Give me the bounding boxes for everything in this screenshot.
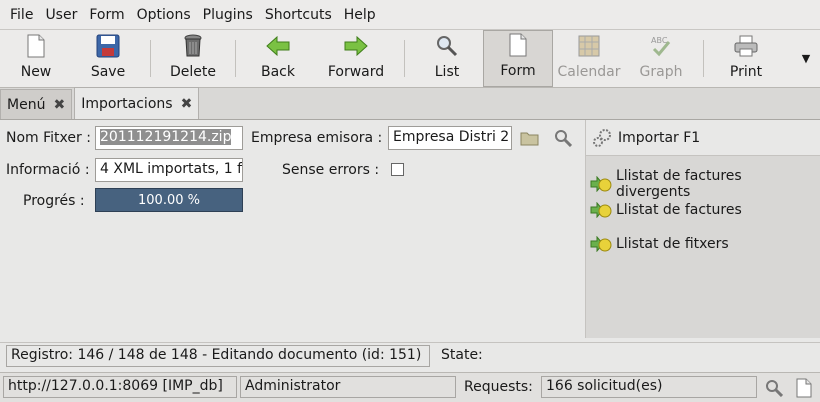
tab-importacions[interactable]: Importacions ✖ <box>74 87 200 119</box>
empresa-emisora-value: Empresa Distri 2 <box>393 129 510 145</box>
informacio-field[interactable]: 4 XML importats, 1 fa <box>95 158 243 182</box>
trash-icon <box>179 32 207 60</box>
close-icon[interactable]: ✖ <box>181 96 193 112</box>
report-arrow-icon <box>590 202 612 218</box>
importar-f1-label: Importar F1 <box>618 129 701 146</box>
back-button[interactable]: Back <box>242 30 314 87</box>
delete-button[interactable]: Delete <box>157 30 229 87</box>
informacio-label: Informació : <box>6 162 90 178</box>
tab-bar: Menú ✖ Importacions ✖ <box>0 87 820 120</box>
toolbar-separator <box>404 40 405 77</box>
save-button[interactable]: Save <box>72 30 144 87</box>
toolbar-overflow-button[interactable]: ▼ <box>792 30 820 87</box>
connection-status-bar: http://127.0.0.1:8069 [IMP_db] Administr… <box>0 372 820 402</box>
report-link-fitxers[interactable]: Llistat de fitxers <box>590 236 729 252</box>
print-button[interactable]: Print <box>710 30 782 87</box>
tab-importacions-label: Importacions <box>81 95 173 112</box>
empresa-emisora-label: Empresa emisora : <box>251 130 383 146</box>
svg-text:ABC: ABC <box>651 36 668 45</box>
informacio-value: 4 XML importats, 1 fa <box>100 161 243 177</box>
magnifier-icon <box>433 32 461 60</box>
menu-user[interactable]: User <box>39 0 83 30</box>
graph-button[interactable]: ABC Graph <box>625 30 697 87</box>
importar-f1-button[interactable]: Importar F1 <box>586 120 820 156</box>
requests-count: 166 solicitud(es) <box>541 376 757 398</box>
sense-errors-checkbox[interactable] <box>391 163 404 176</box>
menu-plugins[interactable]: Plugins <box>197 0 259 30</box>
chevron-down-icon: ▼ <box>801 52 811 65</box>
report-link-factures-divergents[interactable]: Llistat de factures divergents <box>590 168 820 200</box>
new-label: New <box>20 64 52 80</box>
document-icon[interactable] <box>793 377 815 399</box>
form-label: Form <box>500 63 536 79</box>
toolbar-separator <box>150 40 151 77</box>
report-arrow-icon <box>590 236 612 252</box>
save-label: Save <box>90 64 126 80</box>
report-label: Llistat de factures <box>616 202 742 218</box>
record-status-text: Registro: 146 / 148 de 148 - Editando do… <box>6 345 430 367</box>
new-button[interactable]: New <box>0 30 72 87</box>
progres-bar: 100.00 % <box>95 188 243 212</box>
toolbar: New Save Delete Back Forward List Form C… <box>0 30 820 88</box>
menu-options[interactable]: Options <box>131 0 197 30</box>
nom-fitxer-value: 201112191214.zip <box>100 129 232 145</box>
toolbar-separator <box>703 40 704 77</box>
open-folder-icon[interactable] <box>519 127 541 149</box>
form-button[interactable]: Form <box>483 30 553 87</box>
menu-bar: File User Form Options Plugins Shortcuts… <box>0 0 820 30</box>
close-icon[interactable]: ✖ <box>53 97 65 113</box>
arrow-right-icon <box>342 32 370 60</box>
new-document-icon <box>22 32 50 60</box>
menu-help[interactable]: Help <box>338 0 382 30</box>
menu-file[interactable]: File <box>4 0 39 30</box>
back-label: Back <box>261 64 295 80</box>
form-document-icon <box>504 31 532 59</box>
spellcheck-icon: ABC <box>647 32 675 60</box>
gears-icon <box>590 126 614 150</box>
progres-label: Progrés : <box>23 193 85 209</box>
record-status-bar: Registro: 146 / 148 de 148 - Editando do… <box>0 342 820 368</box>
list-label: List <box>434 64 460 80</box>
forward-button[interactable]: Forward <box>314 30 398 87</box>
menu-form[interactable]: Form <box>83 0 130 30</box>
arrow-left-icon <box>264 32 292 60</box>
current-user: Administrator <box>240 376 456 398</box>
search-icon[interactable] <box>763 377 785 399</box>
sense-errors-label: Sense errors : <box>282 162 380 178</box>
delete-label: Delete <box>170 64 216 80</box>
tab-menu[interactable]: Menú ✖ <box>0 89 73 119</box>
calendar-label: Calendar <box>557 64 621 80</box>
report-label: Llistat de fitxers <box>616 236 729 252</box>
list-button[interactable]: List <box>411 30 483 87</box>
calendar-button[interactable]: Calendar <box>553 30 625 87</box>
progres-value: 100.00 % <box>138 192 200 208</box>
printer-icon <box>732 32 760 60</box>
action-panel: Importar F1 Llistat de factures divergen… <box>585 120 820 338</box>
calendar-icon <box>575 32 603 60</box>
server-url: http://127.0.0.1:8069 [IMP_db] <box>3 376 237 398</box>
nom-fitxer-field[interactable]: 201112191214.zip <box>95 126 243 150</box>
report-arrow-icon <box>590 176 612 192</box>
forward-label: Forward <box>327 64 385 80</box>
nom-fitxer-label: Nom Fitxer : <box>6 130 91 146</box>
toolbar-separator <box>235 40 236 77</box>
state-label: State: <box>441 347 483 363</box>
report-label: Llistat de factures divergents <box>615 168 742 200</box>
report-link-factures[interactable]: Llistat de factures <box>590 202 742 218</box>
menu-shortcuts[interactable]: Shortcuts <box>259 0 338 30</box>
requests-label: Requests: <box>464 379 533 395</box>
print-label: Print <box>729 64 763 80</box>
search-icon[interactable] <box>552 127 574 149</box>
tab-menu-label: Menú <box>7 96 46 113</box>
empresa-emisora-field[interactable]: Empresa Distri 2 <box>388 126 512 150</box>
form-area: Nom Fitxer : 201112191214.zip Empresa em… <box>0 120 585 340</box>
floppy-icon <box>94 32 122 60</box>
graph-label: Graph <box>639 64 683 80</box>
